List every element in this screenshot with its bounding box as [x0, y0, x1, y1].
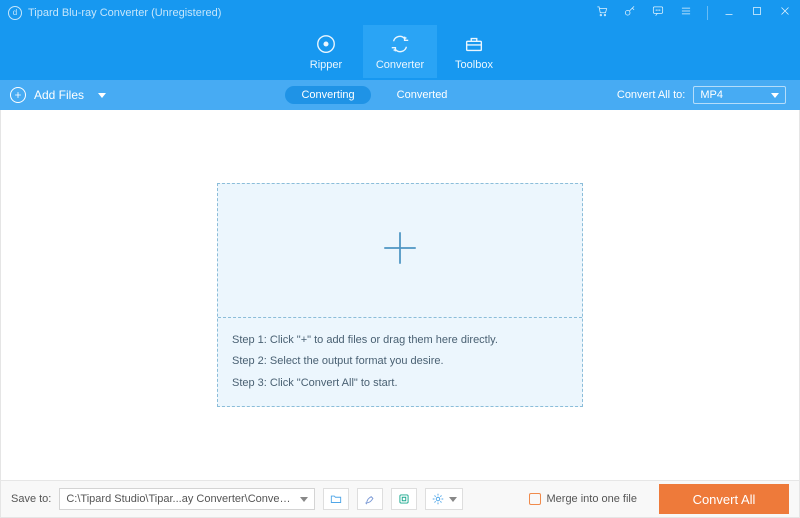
tab-converting[interactable]: Converting [285, 86, 370, 104]
close-icon[interactable] [778, 4, 792, 21]
minimize-icon[interactable] [722, 4, 736, 21]
drop-zone: Step 1: Click "+" to add files or drag t… [217, 183, 583, 407]
settings-tool-button[interactable] [425, 488, 463, 510]
sub-bar: Add Files Converting Converted Convert A… [0, 80, 800, 110]
format-value: MP4 [700, 89, 723, 101]
chevron-down-icon [771, 93, 779, 98]
nav-label: Ripper [310, 59, 342, 71]
workspace: Step 1: Click "+" to add files or drag t… [0, 110, 800, 480]
toolbox-icon [463, 33, 485, 55]
nav-ripper[interactable]: Ripper [289, 25, 363, 78]
feedback-icon[interactable] [651, 4, 665, 21]
convert-all-button[interactable]: Convert All [659, 484, 789, 514]
format-select[interactable]: MP4 [693, 86, 786, 104]
edit-tool-button[interactable] [357, 488, 383, 510]
cart-icon[interactable] [595, 4, 609, 21]
step-text: Step 1: Click "+" to add files or drag t… [232, 330, 568, 351]
compress-tool-button[interactable] [391, 488, 417, 510]
separator [707, 6, 708, 20]
convert-all-to: Convert All to: MP4 [617, 86, 800, 104]
nav-label: Converter [376, 59, 424, 71]
checkbox-icon [529, 493, 541, 505]
convert-all-label: Convert All [693, 492, 756, 507]
convert-all-to-label: Convert All to: [617, 89, 685, 101]
footer-bar: Save to: C:\Tipard Studio\Tipar...ay Con… [0, 480, 800, 518]
chevron-down-icon [300, 497, 308, 502]
save-path-select[interactable]: C:\Tipard Studio\Tipar...ay Converter\Co… [59, 488, 315, 510]
add-files-button[interactable]: Add Files [0, 87, 116, 103]
conversion-tabs: Converting Converted [285, 86, 447, 104]
main-nav: Ripper Converter Toolbox [0, 25, 800, 80]
plus-circle-icon [10, 87, 26, 103]
merge-checkbox[interactable]: Merge into one file [529, 493, 638, 505]
step-text: Step 3: Click "Convert All" to start. [232, 373, 568, 394]
nav-label: Toolbox [455, 59, 493, 71]
app-title: Tipard Blu-ray Converter (Unregistered) [28, 7, 595, 19]
save-to-label: Save to: [11, 493, 51, 505]
title-bar: d Tipard Blu-ray Converter (Unregistered… [0, 0, 800, 25]
ripper-icon [315, 33, 337, 55]
converter-icon [389, 33, 411, 55]
save-path-value: C:\Tipard Studio\Tipar...ay Converter\Co… [66, 493, 292, 505]
maximize-icon[interactable] [750, 4, 764, 21]
key-icon[interactable] [623, 4, 637, 21]
plus-icon [379, 227, 421, 274]
open-folder-button[interactable] [323, 488, 349, 510]
merge-label: Merge into one file [547, 493, 638, 505]
step-text: Step 2: Select the output format you des… [232, 351, 568, 372]
drop-zone-add[interactable] [218, 184, 582, 318]
menu-icon[interactable] [679, 4, 693, 21]
chevron-down-icon [98, 93, 106, 98]
nav-toolbox[interactable]: Toolbox [437, 25, 511, 78]
chevron-down-icon [449, 497, 457, 502]
instructions: Step 1: Click "+" to add files or drag t… [218, 318, 582, 406]
app-logo: d [8, 6, 22, 20]
tab-converted[interactable]: Converted [397, 89, 448, 101]
add-files-label: Add Files [34, 88, 84, 102]
nav-converter[interactable]: Converter [363, 25, 437, 78]
